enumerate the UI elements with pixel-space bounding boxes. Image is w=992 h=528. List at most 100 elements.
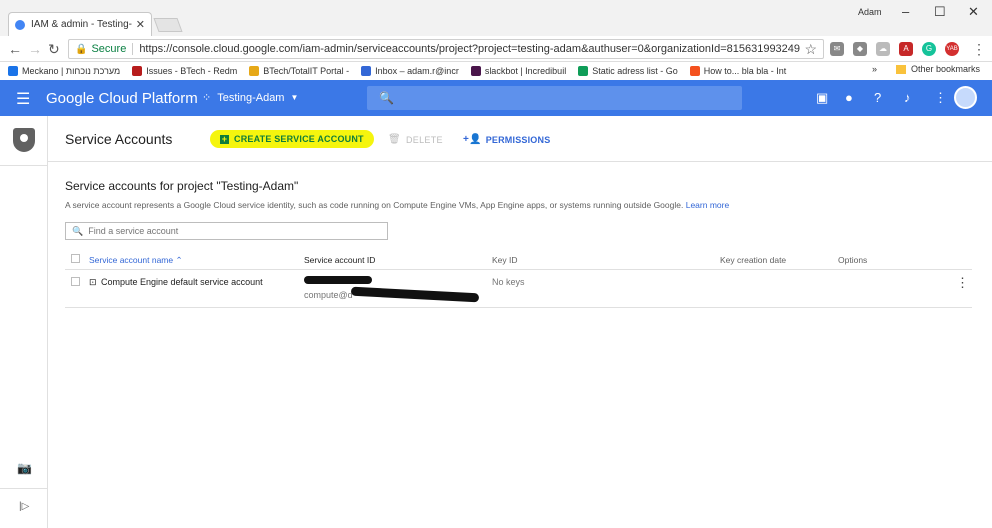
search-field[interactable]: 🔍	[65, 222, 388, 240]
bookmark-favicon-icon	[470, 66, 481, 76]
help-icon[interactable]: ?	[874, 90, 881, 105]
minimize-icon[interactable]: –	[902, 4, 909, 19]
bookmark-item[interactable]: Static adress list - Go	[578, 66, 678, 76]
other-bookmarks-label: Other bookmarks	[911, 64, 981, 74]
maximize-icon[interactable]: ☐	[934, 4, 946, 20]
add-icon: +	[220, 133, 229, 144]
service-account-name[interactable]: Compute Engine default service account	[101, 277, 263, 287]
bookmark-favicon-icon	[361, 66, 372, 76]
create-service-account-button[interactable]: + CREATE SERVICE ACCOUNT	[210, 130, 374, 148]
column-header-key-date: Key creation date	[720, 255, 787, 265]
service-account-icon: ⊡	[89, 277, 97, 287]
bookmark-item[interactable]: Meckano | מערכת נוכחות	[8, 66, 120, 76]
folder-icon	[896, 64, 906, 74]
bookmark-favicon-icon	[578, 66, 589, 76]
section-description: A service account represents a Google Cl…	[65, 200, 729, 210]
yab-extension-icon[interactable]: YAB	[945, 42, 959, 56]
grammarly-extension-icon[interactable]: G	[922, 42, 936, 56]
camera-icon[interactable]: 📷	[17, 461, 32, 475]
bookmark-label: Issues - BTech - Redm	[146, 66, 238, 76]
cloud-shell-icon[interactable]: ▣	[816, 90, 828, 106]
redacted-id-mark	[350, 286, 480, 303]
menu-icon[interactable]: ☰	[16, 89, 30, 109]
select-all-checkbox[interactable]	[71, 254, 80, 263]
browser-title-bar: IAM & admin - Testing-A ✕ Adam – ☐ ✕	[0, 0, 992, 36]
left-rail: 📷 |▷	[0, 116, 48, 528]
expand-rail-icon[interactable]: |▷	[19, 501, 29, 512]
forward-icon[interactable]: →	[28, 41, 42, 57]
column-header-id: Service account ID	[304, 255, 376, 265]
service-account-id: compute@d	[304, 290, 353, 300]
tab-close-icon[interactable]: ✕	[136, 18, 145, 31]
search-icon: 🔍	[379, 91, 394, 105]
gcp-header: ☰ Google Cloud Platform ⁘ Testing-Adam ▼…	[0, 80, 992, 116]
gcp-logo[interactable]: Google Cloud Platform	[46, 90, 198, 107]
chevron-down-icon: ▼	[290, 93, 299, 102]
avatar[interactable]	[954, 86, 977, 109]
window-user-label[interactable]: Adam	[858, 7, 882, 17]
pdf-extension-icon[interactable]: A	[899, 42, 913, 56]
create-label: CREATE SERVICE ACCOUNT	[234, 134, 364, 144]
secure-label: Secure	[91, 43, 127, 55]
redacted-id-mark	[304, 276, 372, 284]
project-dots-icon: ⁘	[202, 92, 212, 104]
window-close-icon[interactable]: ✕	[968, 4, 979, 20]
other-bookmarks[interactable]: Other bookmarks	[896, 64, 980, 74]
mail-extension-icon[interactable]: ✉	[830, 42, 844, 56]
lock-icon: 🔒	[75, 43, 88, 55]
project-name: Testing-Adam	[217, 91, 285, 104]
delete-button[interactable]: 🗑 DELETE	[388, 134, 443, 145]
project-selector[interactable]: ⁘ Testing-Adam ▼	[202, 91, 299, 105]
bookmark-item[interactable]: BTech/TotalIT Portal -	[249, 66, 349, 76]
url-text[interactable]: https://console.cloud.google.com/iam-adm…	[139, 43, 800, 55]
person-add-icon: +👤	[463, 134, 482, 145]
search-input[interactable]	[88, 226, 369, 236]
bell-icon[interactable]: ♪	[904, 90, 911, 105]
bookmark-item[interactable]: Issues - BTech - Redm	[132, 66, 237, 76]
tab-title: IAM & admin - Testing-A	[31, 19, 132, 30]
bookmark-item[interactable]: How to... bla bla - Int	[689, 66, 787, 76]
permissions-button[interactable]: +👤 PERMISSIONS	[463, 134, 550, 145]
search-bar[interactable]: 🔍	[367, 86, 742, 110]
omnibox-separator	[132, 43, 134, 55]
table-row[interactable]: ⊡ Compute Engine default service account…	[65, 270, 972, 308]
bookmark-item[interactable]: slackbot | Incredibuil	[470, 66, 566, 76]
bookmark-favicon-icon	[8, 66, 18, 76]
row-checkbox[interactable]	[71, 277, 80, 286]
table-header: Service account name ⌃ Service account I…	[65, 250, 972, 270]
reload-icon[interactable]: ↻	[48, 41, 60, 58]
column-header-key-id: Key ID	[492, 255, 518, 265]
cloud-extension-icon[interactable]: ☁	[876, 42, 890, 56]
shield-extension-icon[interactable]: ◆	[853, 42, 867, 56]
search-icon: 🔍	[72, 225, 84, 236]
page-toolbar: Service Accounts + CREATE SERVICE ACCOUN…	[48, 116, 992, 162]
bookmark-label: How to... bla bla - Int	[703, 66, 787, 76]
bookmark-label: Inbox – adam.r@incr	[375, 66, 459, 76]
column-header-options: Options	[838, 255, 868, 265]
learn-more-link[interactable]: Learn more	[686, 200, 729, 210]
omnibox[interactable]: 🔒 Secure https://console.cloud.google.co…	[68, 39, 824, 59]
bookmark-label: BTech/TotalIT Portal -	[263, 66, 350, 76]
section-title: Service accounts for project "Testing-Ad…	[65, 179, 299, 193]
chrome-menu-icon[interactable]: ⋮	[972, 41, 986, 58]
rail-divider	[0, 488, 47, 489]
description-text: A service account represents a Google Cl…	[65, 200, 684, 210]
bookmark-label: Static adress list - Go	[592, 66, 678, 76]
bookmark-favicon-icon	[249, 66, 260, 76]
address-bar-row: ← → ↻ 🔒 Secure https://console.cloud.goo…	[0, 36, 992, 62]
iam-shield-icon[interactable]	[13, 128, 35, 152]
permissions-label: PERMISSIONS	[485, 134, 551, 145]
notifications-alert-icon[interactable]: ●	[845, 90, 853, 105]
delete-label: DELETE	[406, 134, 443, 145]
bookmark-star-icon[interactable]: ☆	[804, 41, 817, 58]
bookmarks-overflow-button[interactable]: »	[872, 64, 877, 74]
back-icon[interactable]: ←	[8, 41, 22, 57]
more-vert-icon[interactable]: ⋮	[934, 90, 947, 106]
row-options-icon[interactable]: ⋮	[956, 275, 969, 291]
bookmark-item[interactable]: Inbox – adam.r@incr	[361, 66, 459, 76]
browser-tab[interactable]: IAM & admin - Testing-A ✕	[8, 12, 152, 36]
page-title: Service Accounts	[65, 131, 173, 147]
new-tab-button[interactable]	[153, 18, 183, 32]
column-header-name[interactable]: Service account name ⌃	[89, 255, 183, 266]
bookmark-favicon-icon	[132, 66, 143, 76]
